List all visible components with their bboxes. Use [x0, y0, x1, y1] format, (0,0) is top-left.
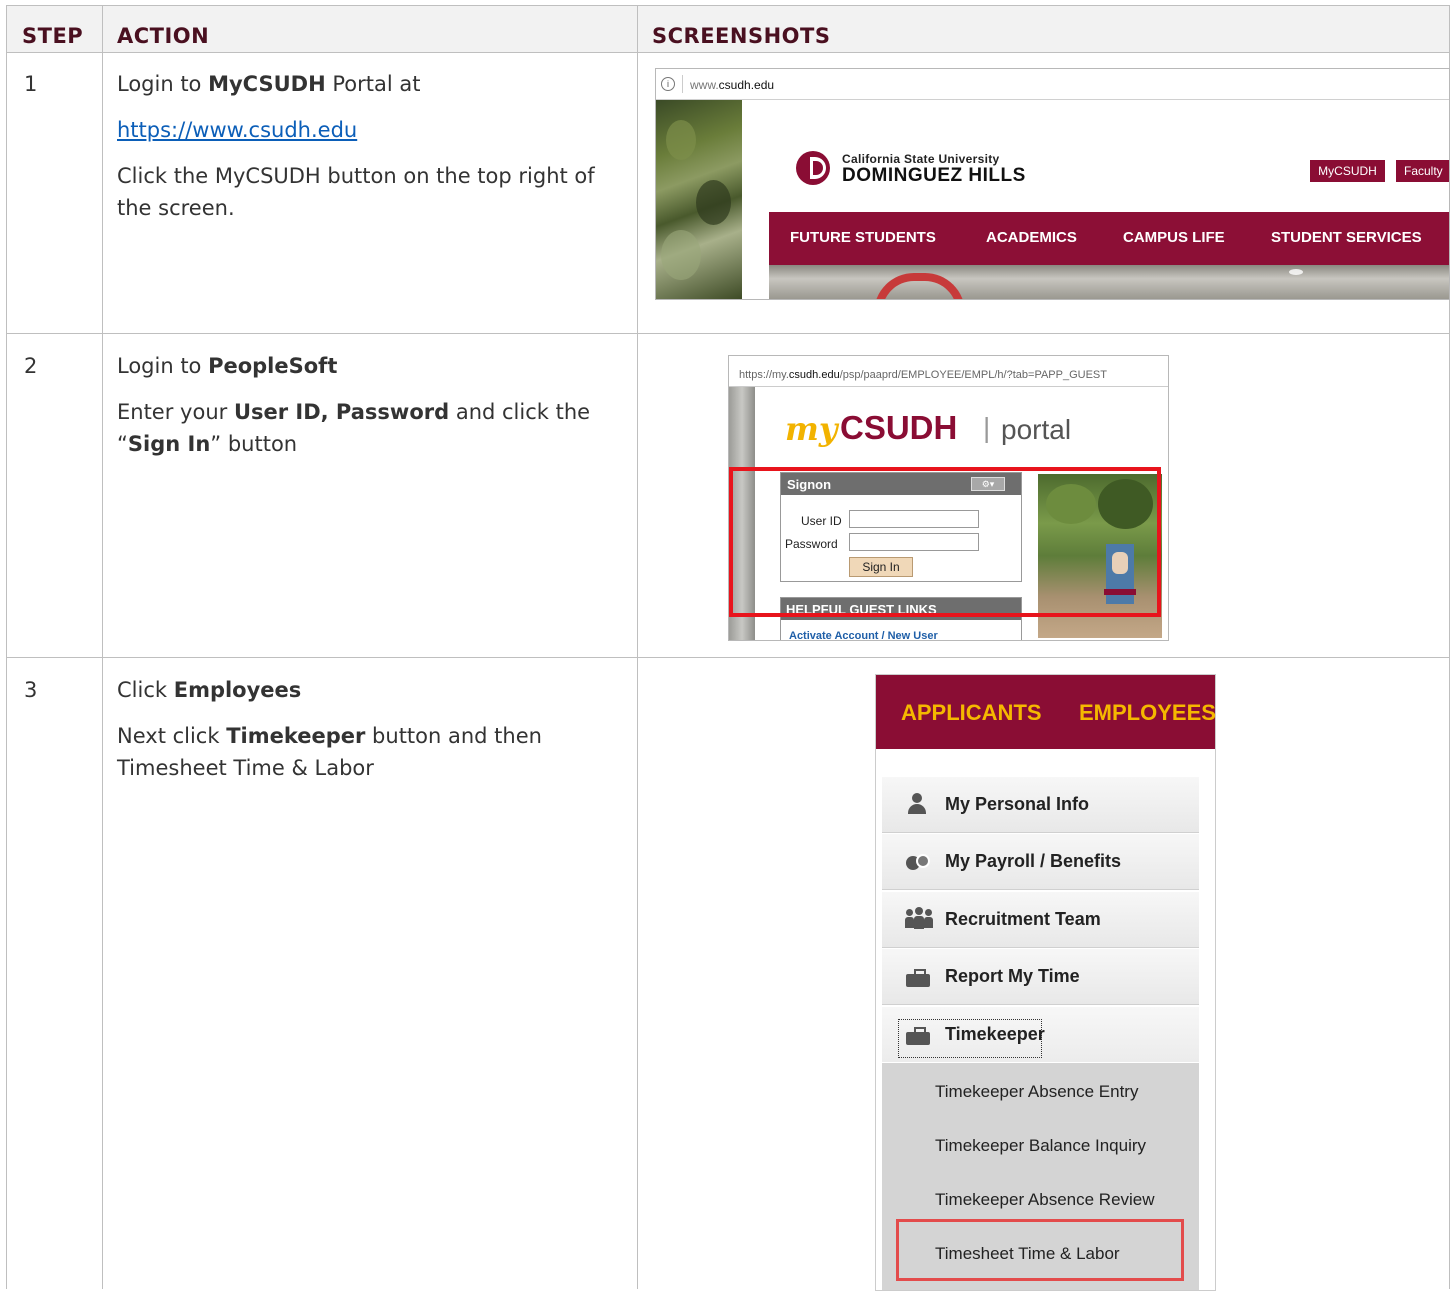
- screenshot-peoplesoft-login: https://my.csudh.edu/psp/paaprd/EMPLOYEE…: [728, 355, 1169, 641]
- logo-separator: |: [983, 412, 991, 443]
- browser-address-bar-2: https://my.csudh.edu/psp/paaprd/EMPLOYEE…: [729, 356, 1168, 387]
- mycsudh-button[interactable]: MyCSUDH: [1310, 160, 1385, 182]
- tab-applicants[interactable]: APPLICANTS: [901, 700, 1042, 726]
- column-divider-action: [637, 5, 638, 1289]
- faculty-button[interactable]: Faculty: [1396, 160, 1449, 182]
- screenshot-csudh-homepage: i www.csudh.edu California State Univers…: [655, 68, 1450, 300]
- foliage-photo: [656, 100, 742, 299]
- step-number-1: 1: [24, 72, 38, 96]
- menu-report-my-time[interactable]: Report My Time: [882, 949, 1199, 1005]
- logo-portal: portal: [1001, 414, 1072, 445]
- submenu-absence-entry[interactable]: Timekeeper Absence Entry: [935, 1082, 1138, 1102]
- menu-my-payroll-benefits[interactable]: My Payroll / Benefits: [882, 834, 1199, 890]
- step-number-3: 3: [24, 678, 38, 702]
- activate-account-link[interactable]: Activate Account / New User: [789, 630, 938, 640]
- action-cell-2: Login to PeopleSoft Enter your User ID, …: [117, 354, 591, 456]
- csudh-link[interactable]: https://www.csudh.edu: [117, 118, 357, 142]
- header-step: STEP: [22, 24, 84, 48]
- menu-recruitment-team[interactable]: Recruitment Team: [882, 892, 1199, 948]
- submenu-balance-inquiry[interactable]: Timekeeper Balance Inquiry: [935, 1136, 1146, 1156]
- row-divider-2: [6, 657, 1449, 658]
- tab-employees[interactable]: EMPLOYEES: [1079, 700, 1215, 726]
- portal-tab-bar: APPLICANTS EMPLOYEES: [876, 675, 1215, 749]
- timesheet-highlight-box: [896, 1219, 1184, 1281]
- action-cell-1: Login to MyCSUDH Portal at https://www.c…: [117, 72, 595, 220]
- menu-label: Report My Time: [945, 966, 1080, 986]
- menu-label: My Personal Info: [945, 794, 1090, 814]
- csudh-logo-icon: [796, 151, 830, 185]
- screenshot-employees-menu: APPLICANTS EMPLOYEES My Personal Info My…: [875, 674, 1216, 1291]
- logo-university-line: California State University: [842, 152, 1000, 166]
- briefcase-icon: [906, 969, 930, 987]
- nav-campus-life[interactable]: CAMPUS LIFE: [1123, 229, 1225, 246]
- column-divider-step: [102, 5, 103, 1289]
- table-top-border: [6, 5, 1449, 6]
- timekeeper-submenu: Timekeeper Absence Entry Timekeeper Bala…: [882, 1063, 1199, 1290]
- logo-dominguez-hills: DOMINGUEZ HILLS: [842, 165, 1026, 186]
- person-icon: [906, 793, 928, 815]
- header-screenshots: SCREENSHOTS: [652, 24, 831, 48]
- header-action: ACTION: [117, 24, 210, 48]
- address-url[interactable]: www.csudh.edu: [690, 78, 774, 92]
- nav-student-services[interactable]: STUDENT SERVICES: [1271, 229, 1422, 246]
- menu-label: Timekeeper: [945, 1024, 1045, 1044]
- browser-address-bar: i www.csudh.edu: [656, 69, 1449, 100]
- team-icon: [904, 907, 934, 931]
- menu-timekeeper[interactable]: Timekeeper: [882, 1007, 1199, 1062]
- submenu-absence-review[interactable]: Timekeeper Absence Review: [935, 1190, 1155, 1210]
- nav-academics[interactable]: ACADEMICS: [986, 229, 1077, 246]
- address-url-2[interactable]: https://my.csudh.edu/psp/paaprd/EMPLOYEE…: [739, 369, 1107, 381]
- payroll-icon: [906, 852, 930, 872]
- briefcase-icon: [906, 1027, 930, 1045]
- hero-image: [769, 265, 1449, 299]
- logo-my: my: [785, 410, 838, 448]
- info-icon: i: [661, 77, 675, 91]
- menu-label: My Payroll / Benefits: [945, 851, 1122, 871]
- menu-my-personal-info[interactable]: My Personal Info: [882, 777, 1199, 833]
- step-number-2: 2: [24, 354, 38, 378]
- nav-future-students[interactable]: FUTURE STUDENTS: [790, 229, 936, 246]
- table-left-border: [6, 5, 7, 1289]
- action-cell-3: Click Employees Next click Timekeeper bu…: [117, 678, 542, 780]
- menu-label: Recruitment Team: [945, 909, 1101, 929]
- logo-csudh: CSUDH: [840, 409, 958, 446]
- main-nav-bar: FUTURE STUDENTS ACADEMICS CAMPUS LIFE ST…: [769, 212, 1449, 265]
- row-divider-1: [6, 333, 1449, 334]
- signon-highlight-box: [729, 467, 1161, 617]
